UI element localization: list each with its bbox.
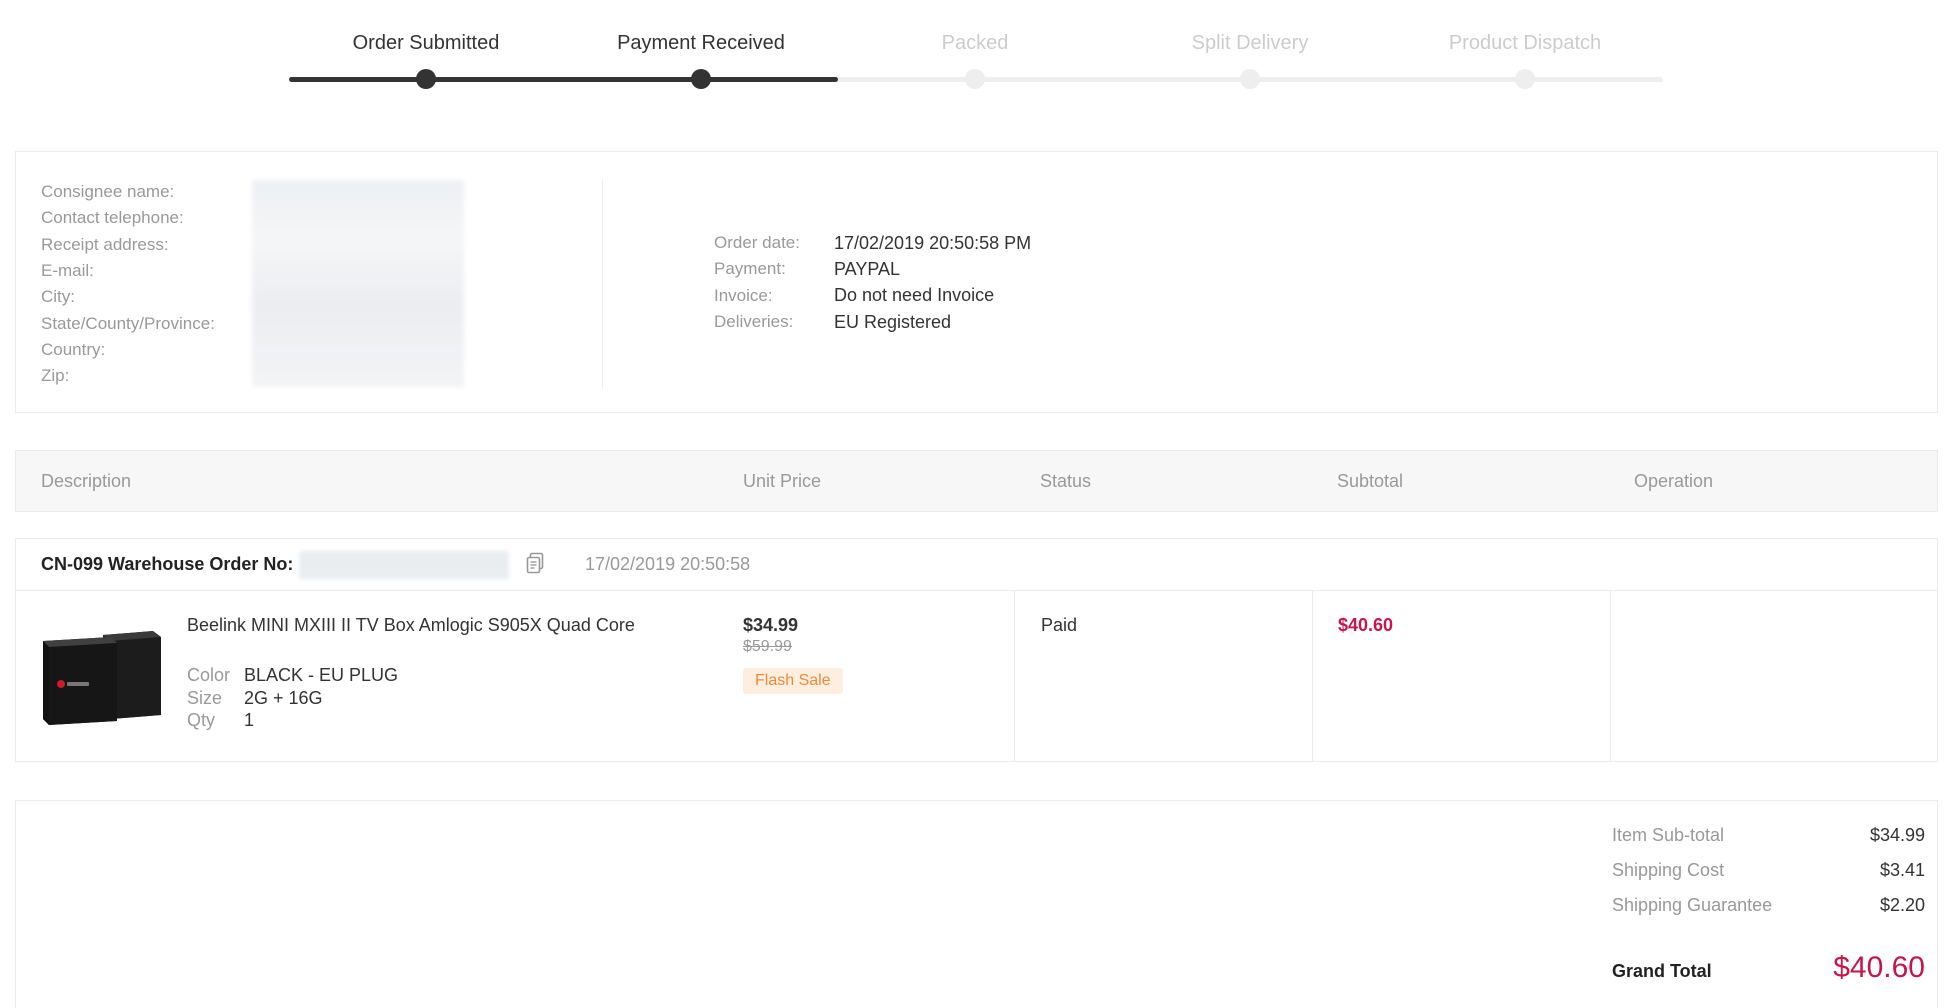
payment-value: PAYPAL bbox=[834, 258, 901, 279]
step-dot bbox=[965, 69, 985, 89]
step-dot bbox=[1515, 69, 1535, 89]
attr-qty-label: Qty bbox=[187, 710, 216, 730]
step-dot bbox=[691, 69, 711, 89]
step-dot bbox=[416, 69, 436, 89]
item-subtotal: $40.60 bbox=[1338, 615, 1394, 635]
redacted-order-number bbox=[299, 551, 509, 579]
header-unit-price: Unit Price bbox=[743, 471, 822, 491]
order-progress-stepper: Order Submitted Payment Received Packed … bbox=[289, 0, 1663, 100]
contact-telephone-label: Contact telephone: bbox=[41, 208, 184, 228]
attr-size-label: Size bbox=[187, 688, 223, 708]
original-price: $59.99 bbox=[743, 638, 792, 655]
grand-total-row: Grand Total $40.60 bbox=[1612, 951, 1925, 985]
attr-color-label: Color bbox=[187, 665, 231, 685]
payment-label: Payment: bbox=[714, 259, 786, 279]
deliveries-label: Deliveries: bbox=[714, 312, 794, 332]
step-label: Packed bbox=[941, 32, 1009, 54]
copy-icon[interactable] bbox=[525, 552, 545, 576]
header-subtotal: Subtotal bbox=[1337, 471, 1404, 491]
step-label: Split Delivery bbox=[1191, 32, 1309, 54]
shipping-guarantee-label: Shipping Guarantee bbox=[1612, 895, 1773, 915]
order-date-value: 17/02/2019 20:50:58 PM bbox=[834, 232, 1032, 253]
attr-size: Size 2G + 16G bbox=[187, 688, 323, 709]
step-label: Order Submitted bbox=[352, 32, 500, 54]
attr-qty-value: 1 bbox=[244, 710, 255, 730]
product-name-link[interactable]: Beelink MINI MXIII II TV Box Amlogic S90… bbox=[187, 615, 635, 636]
warehouse-order-header: CN-099 Warehouse Order No: 17/02/2019 20… bbox=[16, 539, 1937, 591]
item-subtotal-row: Item Sub-total $34.99 bbox=[1612, 825, 1925, 846]
state-label: State/County/Province: bbox=[41, 313, 215, 333]
warehouse-order-label: CN-099 Warehouse Order No: bbox=[41, 554, 294, 574]
attr-qty: Qty 1 bbox=[187, 710, 254, 731]
invoice-label: Invoice: bbox=[714, 285, 773, 305]
unit-price: $34.99 bbox=[743, 615, 799, 635]
order-info-panel: Consignee name: Contact telephone: Recei… bbox=[15, 151, 1938, 413]
step-label: Product Dispatch bbox=[1448, 32, 1602, 54]
attr-size-value: 2G + 16G bbox=[244, 688, 323, 708]
attr-color: Color BLACK - EU PLUG bbox=[187, 665, 398, 686]
email-label: E-mail: bbox=[41, 261, 94, 281]
step-payment-received: Payment Received bbox=[581, 0, 821, 89]
item-status: Paid bbox=[1041, 615, 1078, 635]
order-totals: Item Sub-total $34.99 Shipping Cost $3.4… bbox=[15, 800, 1938, 1008]
shipping-guarantee-row: Shipping Guarantee $2.20 bbox=[1612, 895, 1925, 916]
column-divider bbox=[1014, 591, 1015, 762]
header-operation: Operation bbox=[1634, 471, 1714, 491]
header-status: Status bbox=[1040, 471, 1092, 491]
step-product-dispatch: Product Dispatch bbox=[1405, 0, 1645, 89]
redacted-consignee-values bbox=[252, 180, 464, 387]
item-subtotal-label: Item Sub-total bbox=[1612, 825, 1725, 845]
step-order-submitted: Order Submitted bbox=[306, 0, 546, 89]
shipping-guarantee-value: $2.20 bbox=[1879, 895, 1925, 915]
consignee-details: Consignee name: Contact telephone: Recei… bbox=[41, 179, 252, 389]
info-divider bbox=[602, 179, 603, 388]
grand-total-label: Grand Total bbox=[1612, 961, 1712, 981]
items-table-header: Description Unit Price Status Subtotal O… bbox=[15, 450, 1938, 512]
warehouse-order-time: 17/02/2019 20:50:58 bbox=[585, 554, 751, 574]
order-meta: Order date: 17/02/2019 20:50:58 PM Payme… bbox=[714, 230, 1031, 335]
item-subtotal-value: $34.99 bbox=[1869, 825, 1925, 845]
receipt-address-label: Receipt address: bbox=[41, 234, 169, 254]
shipping-cost-row: Shipping Cost $3.41 bbox=[1612, 860, 1925, 881]
shipping-cost-label: Shipping Cost bbox=[1612, 860, 1725, 880]
column-divider bbox=[1312, 591, 1313, 762]
grand-total-value: $40.60 bbox=[1833, 951, 1925, 984]
flash-sale-badge: Flash Sale bbox=[743, 668, 843, 694]
header-description: Description bbox=[41, 471, 132, 491]
zip-label: Zip: bbox=[41, 366, 70, 386]
consignee-name-label: Consignee name: bbox=[41, 182, 175, 202]
step-dot bbox=[1240, 69, 1260, 89]
deliveries-value: EU Registered bbox=[834, 311, 952, 332]
column-divider bbox=[1610, 591, 1611, 762]
step-split-delivery: Split Delivery bbox=[1130, 0, 1370, 89]
step-label: Payment Received bbox=[617, 32, 785, 54]
country-label: Country: bbox=[41, 339, 106, 359]
step-packed: Packed bbox=[855, 0, 1095, 89]
progress-track-completed bbox=[289, 77, 838, 82]
invoice-value: Do not need Invoice bbox=[834, 285, 995, 306]
city-label: City: bbox=[41, 287, 75, 307]
order-date-label: Order date: bbox=[714, 233, 800, 253]
shipping-cost-value: $3.41 bbox=[1879, 860, 1925, 880]
warehouse-order: CN-099 Warehouse Order No: 17/02/2019 20… bbox=[15, 538, 1938, 762]
attr-color-value: BLACK - EU PLUG bbox=[244, 665, 399, 685]
product-image[interactable] bbox=[41, 621, 166, 731]
